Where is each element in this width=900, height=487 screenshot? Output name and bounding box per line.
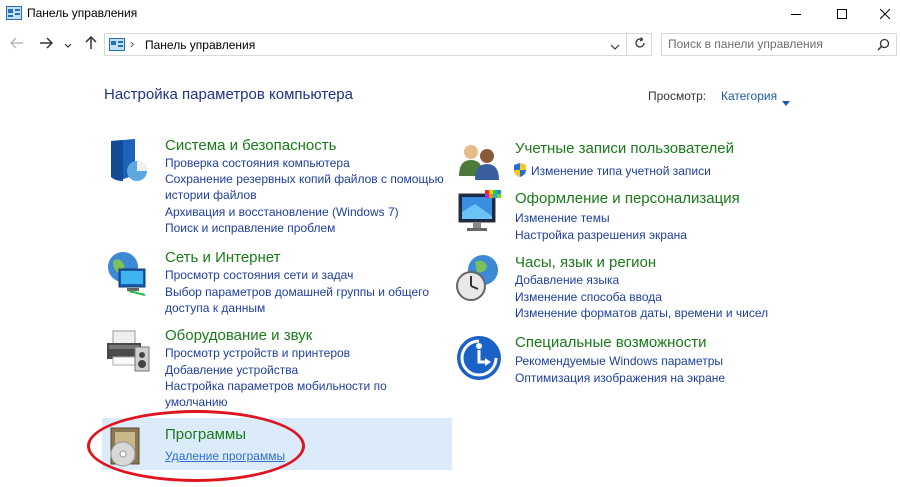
category-title[interactable]: Оборудование и звук: [165, 327, 312, 344]
forward-arrow-icon: [39, 36, 54, 54]
address-bar[interactable]: › Панель управления: [104, 33, 652, 56]
search-icon[interactable]: [877, 38, 890, 56]
link-homegroup-cont[interactable]: доступа к данным: [165, 300, 265, 316]
back-button[interactable]: [8, 36, 26, 54]
users-icon: [455, 140, 503, 188]
category-appearance: Оформление и персонализация Изменение те…: [455, 190, 795, 245]
link-change-theme[interactable]: Изменение темы: [515, 210, 610, 226]
category-title[interactable]: Оформление и персонализация: [515, 190, 740, 207]
category-title[interactable]: Система и безопасность: [165, 137, 336, 154]
page-title: Настройка параметров компьютера: [104, 86, 353, 103]
control-panel-icon: [6, 6, 22, 20]
address-dropdown-icon[interactable]: [610, 38, 620, 56]
link-mobility[interactable]: Настройка параметров мобильности по: [165, 378, 387, 394]
link-network-status[interactable]: Просмотр состояния сети и задач: [165, 267, 353, 283]
view-by-dropdown[interactable]: Категория: [721, 89, 777, 103]
link-homegroup[interactable]: Выбор параметров домашней группы и общег…: [165, 284, 429, 300]
link-troubleshoot[interactable]: Поиск и исправление проблем: [165, 220, 335, 236]
window-title: Панель управления: [27, 6, 138, 20]
shield-icon: [105, 137, 153, 185]
clock-globe-icon: [455, 254, 503, 302]
breadcrumb-item[interactable]: Панель управления: [145, 38, 255, 52]
link-screen-resolution[interactable]: Настройка разрешения экрана: [515, 227, 687, 243]
link-date-time-formats[interactable]: Изменение форматов даты, времени и чисел: [515, 305, 768, 321]
link-mobility-cont[interactable]: умолчанию: [165, 394, 228, 410]
category-network: Сеть и Интернет Просмотр состояния сети …: [105, 249, 455, 319]
category-system-security: Система и безопасность Проверка состояни…: [105, 137, 455, 237]
link-recommended-settings[interactable]: Рекомендуемые Windows параметры: [515, 353, 723, 369]
search-box[interactable]: [661, 33, 897, 56]
search-input[interactable]: [668, 37, 868, 51]
category-title[interactable]: Учетные записи пользователей: [515, 140, 734, 157]
link-file-history-cont[interactable]: истории файлов: [165, 187, 257, 203]
category-user-accounts: Учетные записи пользователей Изменение т…: [455, 140, 795, 184]
link-add-language[interactable]: Добавление языка: [515, 272, 619, 288]
minimize-button[interactable]: [773, 0, 819, 28]
category-title[interactable]: Сеть и Интернет: [165, 249, 281, 266]
maximize-button[interactable]: [819, 0, 865, 28]
back-arrow-icon: [9, 36, 24, 54]
title-bar: Панель управления: [0, 0, 900, 28]
network-globe-icon: [105, 249, 153, 297]
printer-icon: [105, 327, 153, 375]
link-devices-printers[interactable]: Просмотр устройств и принтеров: [165, 345, 350, 361]
recent-locations-button[interactable]: [62, 36, 74, 54]
category-title[interactable]: Часы, язык и регион: [515, 254, 656, 271]
breadcrumb-separator: ›: [130, 36, 135, 51]
link-change-account-type[interactable]: Изменение типа учетной записи: [531, 163, 711, 179]
dropdown-arrow-icon[interactable]: [782, 93, 790, 111]
chevron-down-icon: [64, 36, 72, 54]
refresh-icon: [634, 36, 646, 54]
annotation-ellipse: [87, 410, 305, 482]
close-button[interactable]: [862, 0, 900, 28]
link-add-device[interactable]: Добавление устройства: [165, 362, 298, 378]
refresh-button[interactable]: [626, 33, 652, 56]
view-by-label: Просмотр:: [648, 89, 707, 103]
accessibility-icon: [455, 334, 503, 382]
up-button[interactable]: [82, 35, 100, 55]
uac-shield-icon: [513, 163, 527, 181]
up-arrow-icon: [85, 35, 97, 55]
link-optimize-display[interactable]: Оптимизация изображения на экране: [515, 370, 725, 386]
link-file-history[interactable]: Сохранение резервных копий файлов с помо…: [165, 171, 444, 187]
monitor-palette-icon: [455, 190, 503, 238]
category-clock-region: Часы, язык и регион Добавление языка Изм…: [455, 254, 795, 324]
category-title[interactable]: Специальные возможности: [515, 334, 707, 351]
link-backup-restore[interactable]: Архивация и восстановление (Windows 7): [165, 204, 399, 220]
control-panel-icon: [109, 38, 125, 56]
link-input-method[interactable]: Изменение способа ввода: [515, 289, 662, 305]
category-hardware-sound: Оборудование и звук Просмотр устройств и…: [105, 327, 455, 410]
category-ease-of-access: Специальные возможности Рекомендуемые Wi…: [455, 334, 795, 389]
forward-button[interactable]: [37, 36, 55, 54]
link-check-status[interactable]: Проверка состояния компьютера: [165, 155, 350, 171]
